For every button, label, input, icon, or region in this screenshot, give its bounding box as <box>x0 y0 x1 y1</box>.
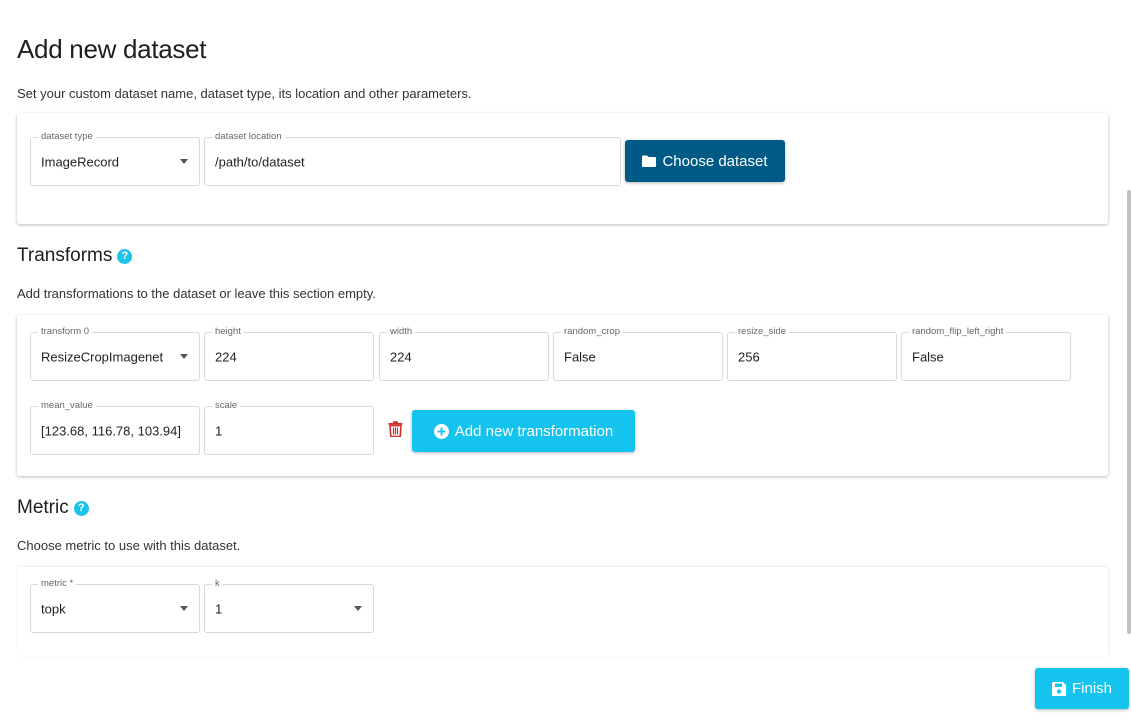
page-description: Set your custom dataset name, dataset ty… <box>17 86 472 101</box>
random-crop-field[interactable]: random_crop False <box>553 325 723 381</box>
transform-type-label: transform 0 <box>38 325 93 339</box>
metric-card: metric * topk k 1 <box>17 567 1108 656</box>
random-flip-label: random_flip_left_right <box>909 325 1007 339</box>
transforms-description: Add transformations to the dataset or le… <box>17 286 376 301</box>
dataset-type-select[interactable]: dataset type ImageRecord <box>30 130 200 186</box>
choose-dataset-label: Choose dataset <box>662 152 768 170</box>
scale-label: scale <box>212 399 241 413</box>
transforms-card: transform 0 ResizeCropImagenet height 22… <box>17 315 1108 476</box>
width-field[interactable]: width 224 <box>379 325 549 381</box>
finish-label: Finish <box>1071 680 1112 697</box>
metric-heading: Metric ? <box>17 497 89 519</box>
k-select[interactable]: k 1 <box>204 577 374 633</box>
transform-type-value: ResizeCropImagenet <box>41 349 164 364</box>
dataset-type-value: ImageRecord <box>41 154 120 169</box>
scrollbar[interactable] <box>1127 190 1131 634</box>
random-crop-value: False <box>564 349 596 364</box>
save-icon <box>1051 681 1066 696</box>
resize-side-label: resize_side <box>735 325 790 339</box>
transform-type-select[interactable]: transform 0 ResizeCropImagenet <box>30 325 200 381</box>
help-icon[interactable]: ? <box>117 248 133 264</box>
random-flip-value: False <box>912 349 944 364</box>
transforms-title: Transforms <box>17 245 113 266</box>
dataset-type-label: dataset type <box>38 130 96 144</box>
width-value: 224 <box>390 349 412 364</box>
height-field[interactable]: height 224 <box>204 325 374 381</box>
folder-icon <box>642 155 657 167</box>
k-label: k <box>212 577 223 591</box>
k-value: 1 <box>215 601 223 616</box>
random-crop-label: random_crop <box>561 325 623 339</box>
height-value: 224 <box>215 349 237 364</box>
metric-value: topk <box>41 601 66 616</box>
help-icon[interactable]: ? <box>73 500 89 516</box>
chevron-down-icon <box>180 353 188 359</box>
chevron-down-icon <box>180 158 188 164</box>
transforms-heading: Transforms ? <box>17 245 133 267</box>
metric-description: Choose metric to use with this dataset. <box>17 538 241 553</box>
resize-side-field[interactable]: resize_side 256 <box>727 325 897 381</box>
metric-title: Metric <box>17 497 69 518</box>
chevron-down-icon <box>354 605 362 611</box>
metric-select[interactable]: metric * topk <box>30 577 200 633</box>
dataset-location-label: dataset location <box>212 130 285 144</box>
height-label: height <box>212 325 244 339</box>
page-title: Add new dataset <box>17 34 207 64</box>
mean-value-value: [123.68, 116.78, 103.94] <box>41 423 181 438</box>
dataset-card: dataset type ImageRecord dataset locatio… <box>17 113 1108 224</box>
resize-side-value: 256 <box>738 349 760 364</box>
width-label: width <box>387 325 416 339</box>
mean-value-label: mean_value <box>38 399 96 413</box>
scale-field[interactable]: scale 1 <box>204 399 374 455</box>
choose-dataset-button[interactable]: Choose dataset <box>625 140 785 182</box>
dataset-location-value: /path/to/dataset <box>215 154 305 169</box>
chevron-down-icon <box>180 605 188 611</box>
metric-label: metric * <box>38 577 77 591</box>
scale-value: 1 <box>215 423 223 438</box>
add-transformation-label: Add new transformation <box>454 422 614 440</box>
random-flip-field[interactable]: random_flip_left_right False <box>901 325 1071 381</box>
dataset-location-field[interactable]: dataset location /path/to/dataset <box>204 130 621 186</box>
delete-icon[interactable] <box>388 421 403 442</box>
plus-circle-icon <box>433 423 449 439</box>
finish-button[interactable]: Finish <box>1035 668 1129 709</box>
mean-value-field[interactable]: mean_value [123.68, 116.78, 103.94] <box>30 399 200 455</box>
add-transformation-button[interactable]: Add new transformation <box>412 410 635 452</box>
